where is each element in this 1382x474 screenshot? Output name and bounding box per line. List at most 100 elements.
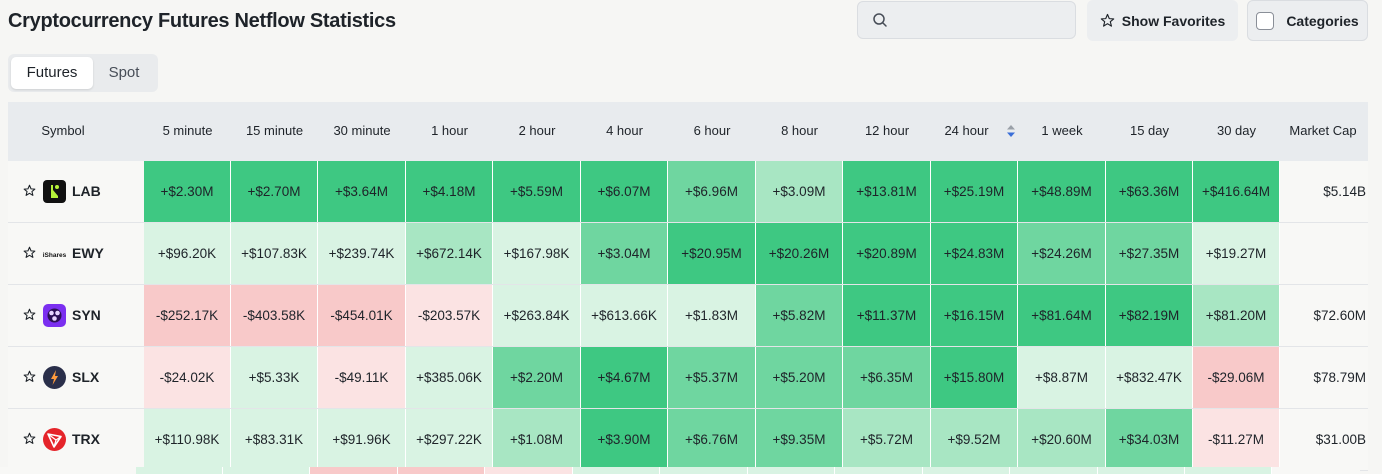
column-header-2-hour[interactable]: 2 hour xyxy=(493,102,581,161)
netflow-cell-8-hour: +$20.26M xyxy=(756,223,843,284)
netflow-cell-12-hour: +$6.35M xyxy=(843,347,931,408)
netflow-cell-30-minute: -$454.01K xyxy=(318,285,406,346)
symbol-name[interactable]: TRX xyxy=(72,409,100,470)
favorite-star-icon[interactable] xyxy=(23,370,36,383)
netflow-cell-2-hour: +$2.20M xyxy=(493,347,581,408)
netflow-cell-1-week: +$81.64M xyxy=(1018,285,1106,346)
netflow-cell-8-hour: +$9.35M xyxy=(756,409,843,470)
partial-cell xyxy=(660,467,748,474)
favorite-star-icon[interactable] xyxy=(23,184,36,197)
column-header-30-minute[interactable]: 30 minute xyxy=(318,102,406,161)
column-header-12-hour[interactable]: 12 hour xyxy=(843,102,931,161)
netflow-cell-8-hour: +$5.20M xyxy=(756,347,843,408)
netflow-cell-15-minute: +$107.83K xyxy=(231,223,318,284)
netflow-cell-15-minute: +$5.33K xyxy=(231,347,318,408)
search-box[interactable] xyxy=(857,1,1076,39)
netflow-cell-30-minute: -$49.11K xyxy=(318,347,406,408)
search-input[interactable] xyxy=(898,8,1072,34)
column-header-15-day[interactable]: 15 day xyxy=(1106,102,1193,161)
netflow-cell-15-day: +$27.35M xyxy=(1106,223,1193,284)
netflow-cell-12-hour: +$13.81M xyxy=(843,161,931,222)
column-header-4-hour[interactable]: 4 hour xyxy=(581,102,668,161)
netflow-cell-5-minute: +$96.20K xyxy=(144,223,231,284)
table-row[interactable]: iShares EWY +$96.20K +$107.83K +$239.74K +$67… xyxy=(8,223,1368,285)
column-header-30-day[interactable]: 30 day xyxy=(1193,102,1280,161)
symbol-cell: SLX xyxy=(8,347,143,408)
table-body: LAB +$2.30M +$2.70M +$3.64M +$4.18M +$5.59M +$… xyxy=(8,161,1368,471)
tab-futures[interactable]: Futures xyxy=(11,57,93,89)
netflow-table: Symbol 5 minute 15 minute 30 minute 1 hour 2 … xyxy=(8,102,1368,471)
netflow-cell-1-hour: -$203.57K xyxy=(406,285,493,346)
symbol-cell: iShares EWY xyxy=(8,223,143,284)
partial-cell xyxy=(310,467,398,474)
netflow-cell-6-hour: +$6.96M xyxy=(668,161,756,222)
netflow-cell-30-day: -$11.27M xyxy=(1193,409,1280,470)
table-row-partial xyxy=(0,467,1360,474)
column-header-5-minute[interactable]: 5 minute xyxy=(144,102,231,161)
netflow-cell-1-hour: +$4.18M xyxy=(406,161,493,222)
netflow-cell-12-hour: +$20.89M xyxy=(843,223,931,284)
symbol-name[interactable]: SLX xyxy=(72,347,99,408)
netflow-cell-12-hour: +$5.72M xyxy=(843,409,931,470)
netflow-cell-5-minute: +$110.98K xyxy=(144,409,231,470)
column-header-1-week[interactable]: 1 week xyxy=(1018,102,1106,161)
netflow-cell-4-hour: +$4.67M xyxy=(581,347,668,408)
netflow-cell-15-minute: +$2.70M xyxy=(231,161,318,222)
column-header-15-minute[interactable]: 15 minute xyxy=(231,102,318,161)
show-favorites-button[interactable]: Show Favorites xyxy=(1087,0,1238,41)
partial-cell xyxy=(748,467,835,474)
netflow-cell-1-week: +$48.89M xyxy=(1018,161,1106,222)
partial-cell xyxy=(398,467,485,474)
table-row[interactable]: SYN -$252.17K -$403.58K -$454.01K -$203.57K +… xyxy=(8,285,1368,347)
table-row[interactable]: TRX +$110.98K +$83.31K +$91.96K +$297.22K +$1… xyxy=(8,409,1368,471)
netflow-cell-30-day: +$81.20M xyxy=(1193,285,1280,346)
netflow-cell-24-hour: +$16.15M xyxy=(931,285,1018,346)
column-header-market-cap[interactable]: Market Cap xyxy=(1278,102,1368,161)
symbol-name[interactable]: LAB xyxy=(72,161,101,222)
symbol-cell: TRX xyxy=(8,409,143,470)
netflow-cell-4-hour: +$613.66K xyxy=(581,285,668,346)
market-cap-cell: $72.60M xyxy=(1313,308,1366,323)
favorite-star-icon[interactable] xyxy=(23,308,36,321)
netflow-cell-2-hour: +$5.59M xyxy=(493,161,581,222)
symbol-name[interactable]: SYN xyxy=(72,285,101,346)
netflow-cell-8-hour: +$5.82M xyxy=(756,285,843,346)
netflow-cell-30-minute: +$91.96K xyxy=(318,409,406,470)
partial-cell xyxy=(573,467,660,474)
netflow-cell-5-minute: +$2.30M xyxy=(144,161,231,222)
partial-cell xyxy=(923,467,1010,474)
market-cap-cell xyxy=(1280,223,1366,284)
page-title: Cryptocurrency Futures Netflow Statistic… xyxy=(8,10,396,32)
netflow-cell-15-day: +$34.03M xyxy=(1106,409,1193,470)
column-header-1-hour[interactable]: 1 hour xyxy=(406,102,493,161)
column-header-24-hour[interactable]: 24 hour xyxy=(931,102,1002,161)
netflow-cell-24-hour: +$24.83M xyxy=(931,223,1018,284)
netflow-cell-1-week: +$8.87M xyxy=(1018,347,1106,408)
column-header-8-hour[interactable]: 8 hour xyxy=(756,102,843,161)
symbol-cell: LAB xyxy=(8,161,143,222)
tab-spot[interactable]: Spot xyxy=(94,57,154,89)
categories-button[interactable]: Categories xyxy=(1247,0,1368,41)
netflow-cell-15-minute: -$403.58K xyxy=(231,285,318,346)
slx-logo-icon xyxy=(43,366,66,389)
netflow-cell-6-hour: +$1.83M xyxy=(668,285,756,346)
tron-logo-icon xyxy=(43,428,66,451)
column-header-symbol[interactable]: Symbol xyxy=(8,102,118,161)
sort-icon[interactable] xyxy=(1007,125,1015,137)
table-row[interactable]: LAB +$2.30M +$2.70M +$3.64M +$4.18M +$5.59M +$… xyxy=(8,161,1368,223)
symbol-name[interactable]: EWY xyxy=(72,223,104,284)
partial-cell xyxy=(835,467,923,474)
netflow-cell-6-hour: +$5.37M xyxy=(668,347,756,408)
market-cap-cell: $31.00B xyxy=(1315,432,1366,447)
favorite-star-icon[interactable] xyxy=(23,246,36,259)
table-row[interactable]: SLX -$24.02K +$5.33K -$49.11K +$385.06K +$2.2… xyxy=(8,347,1368,409)
netflow-cell-30-minute: +$239.74K xyxy=(318,223,406,284)
categories-checkbox[interactable] xyxy=(1256,11,1275,30)
netflow-cell-1-hour: +$385.06K xyxy=(406,347,493,408)
netflow-cell-15-day: +$832.47K xyxy=(1106,347,1193,408)
market-cap-cell: $5.14B xyxy=(1323,184,1366,199)
column-header-6-hour[interactable]: 6 hour xyxy=(668,102,756,161)
svg-text:iShares: iShares xyxy=(43,252,66,259)
favorite-star-icon[interactable] xyxy=(23,432,36,445)
netflow-cell-24-hour: +$9.52M xyxy=(931,409,1018,470)
